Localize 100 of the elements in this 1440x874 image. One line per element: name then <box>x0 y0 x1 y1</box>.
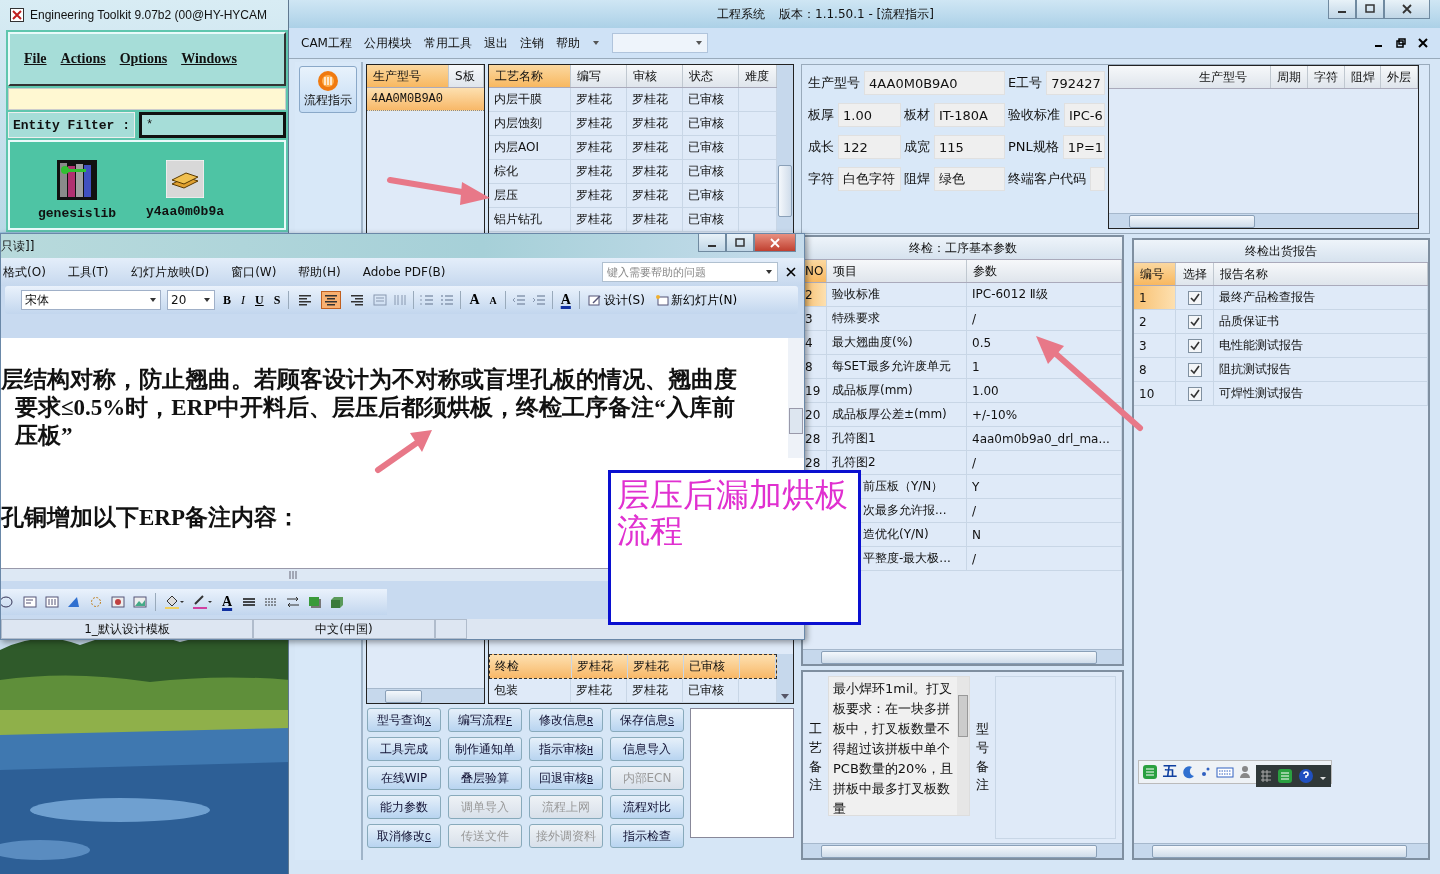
menu-item[interactable]: 格式(O) <box>3 263 46 281</box>
format-button[interactable]: S <box>271 292 283 308</box>
format-button[interactable]: B <box>221 292 233 308</box>
horizontal-scrollbar[interactable] <box>367 688 484 703</box>
input-field[interactable]: IT-180A <box>934 103 1005 127</box>
help-search-field[interactable]: 键入需要帮助的问题 <box>602 262 778 282</box>
checkbox[interactable] <box>1187 290 1202 305</box>
input-field[interactable]: 白色字符 <box>838 167 901 191</box>
menu-item[interactable]: 公用模块 <box>363 34 412 52</box>
menu-item[interactable]: Windows <box>181 51 237 67</box>
close-icon[interactable] <box>786 267 796 277</box>
action-button[interactable]: 在线WIP <box>367 766 441 790</box>
column-header[interactable]: 生产型号 <box>1193 66 1271 88</box>
column-header[interactable]: 字符 <box>1307 66 1345 88</box>
help-icon[interactable] <box>1298 768 1314 784</box>
action-button[interactable]: 修改信息R <box>529 708 603 732</box>
menu-item[interactable]: 帮助(H) <box>298 263 341 281</box>
column-header[interactable]: NO <box>803 260 827 282</box>
column-header[interactable]: 外层 <box>1381 66 1418 88</box>
action-button[interactable]: 回退审核B <box>529 766 603 790</box>
input-field[interactable]: 122 <box>838 135 901 159</box>
column-header[interactable]: 生产型号 <box>367 65 449 87</box>
close-icon[interactable] <box>1418 38 1428 48</box>
column-header[interactable]: S板 <box>449 65 484 87</box>
maximize-button[interactable] <box>1356 0 1384 19</box>
input-field[interactable]: 115 <box>934 135 1005 159</box>
input-field[interactable]: 1P=1 <box>1062 135 1105 159</box>
menu-item[interactable]: Adobe PDF(B) <box>362 265 446 279</box>
user-icon[interactable] <box>1239 765 1251 779</box>
grid-icon[interactable] <box>1260 769 1272 783</box>
vertical-scrollbar[interactable] <box>777 65 793 232</box>
minimize-button[interactable] <box>698 234 726 252</box>
column-header[interactable]: 参数 <box>967 260 1122 282</box>
punctuation-icon[interactable] <box>1201 765 1211 779</box>
action-button[interactable]: 工具完成 <box>367 737 441 761</box>
column-header[interactable]: 项目 <box>827 260 967 282</box>
shadow-icon[interactable] <box>308 596 323 608</box>
books-icon[interactable] <box>57 160 97 200</box>
menu-item[interactable]: 帮助 <box>555 34 580 52</box>
checkbox[interactable] <box>1187 314 1202 329</box>
arrow-style-icon[interactable] <box>286 596 301 608</box>
column-header[interactable]: 审核 <box>627 65 683 87</box>
menu-item[interactable]: 窗口(W) <box>231 263 277 281</box>
scrollbar-segment[interactable] <box>777 654 793 703</box>
action-button[interactable]: 流程对比 <box>610 795 684 819</box>
action-button[interactable]: 指示审核H <box>529 737 603 761</box>
dash-style-icon[interactable] <box>264 596 279 608</box>
font-color-button[interactable]: A <box>220 594 235 610</box>
checkbox[interactable] <box>1187 338 1202 353</box>
font-dropdown[interactable]: 宋体 <box>21 290 161 310</box>
keyboard-icon[interactable] <box>1216 765 1234 779</box>
horizontal-scrollbar[interactable] <box>1134 843 1428 858</box>
line-style-icon[interactable] <box>242 596 257 608</box>
menu-item[interactable]: 常用工具 <box>423 34 472 52</box>
input-field[interactable] <box>1090 167 1105 191</box>
checkbox[interactable] <box>1187 362 1202 377</box>
action-button[interactable]: 指示检查 <box>610 824 684 848</box>
clip-art-icon[interactable] <box>111 596 125 608</box>
menu-item[interactable]: CAM工程 <box>301 34 352 52</box>
input-field[interactable]: IPC-6 <box>1064 103 1105 127</box>
column-header[interactable]: 报告名称 <box>1214 263 1428 285</box>
action-button[interactable]: 制作通知单 <box>448 737 522 761</box>
align-center-button[interactable] <box>321 291 342 309</box>
column-header[interactable]: 编号 <box>1134 263 1176 285</box>
input-field[interactable]: 1.00 <box>838 103 901 127</box>
action-button[interactable]: 编写流程F <box>448 708 522 732</box>
column-header[interactable]: 周期 <box>1271 66 1308 88</box>
nav-button[interactable]: 流程指示 <box>299 66 357 113</box>
format-button[interactable]: I <box>239 292 247 308</box>
action-button[interactable]: 保存信息S <box>610 708 684 732</box>
menu-item[interactable]: 退出 <box>483 34 508 52</box>
maximize-button[interactable] <box>726 234 754 252</box>
menu-item[interactable]: 注销 <box>519 34 544 52</box>
horizontal-scrollbar[interactable] <box>803 843 1122 858</box>
menu-item[interactable]: 幻灯片放映(D) <box>130 263 210 281</box>
remark-text-area[interactable]: 最小焊环1mil。打叉板要求：在一块多拼板中，打叉板数量不得超过该拼板中单个PCB数量的20%，且拼板中最多打叉板数量 <box>828 676 970 816</box>
stack-icon[interactable] <box>166 160 204 198</box>
dropdown-icon[interactable] <box>591 40 600 46</box>
list-row[interactable]: 4AA0M0B9A0 <box>367 88 484 111</box>
menu-item[interactable]: File <box>24 51 47 67</box>
wordart-icon[interactable] <box>67 596 81 608</box>
action-button[interactable]: 取消修改C <box>367 824 441 848</box>
input-method-icon[interactable] <box>1142 764 1158 780</box>
input-field[interactable]: 792427 <box>1046 71 1105 95</box>
column-header[interactable]: 编写 <box>571 65 627 87</box>
vertical-scrollbar[interactable] <box>788 338 804 458</box>
close-button[interactable] <box>1384 0 1430 19</box>
checkbox[interactable] <box>1187 386 1202 401</box>
column-header[interactable]: 工艺名称 <box>489 65 571 87</box>
action-button[interactable]: 能力参数 <box>367 795 441 819</box>
restore-icon[interactable] <box>1396 38 1406 48</box>
input-field[interactable]: 绿色 <box>934 167 1005 191</box>
action-button[interactable]: 信息导入 <box>610 737 684 761</box>
textbox-icon[interactable] <box>23 596 37 608</box>
cube-icon[interactable] <box>330 596 345 608</box>
input-field[interactable]: 4AA0M0B9A0 <box>864 71 1005 95</box>
line-color-icon[interactable] <box>192 595 212 609</box>
image-icon[interactable] <box>133 596 147 608</box>
fill-bucket-icon[interactable] <box>164 595 184 609</box>
font-color-button[interactable]: A <box>558 292 573 308</box>
